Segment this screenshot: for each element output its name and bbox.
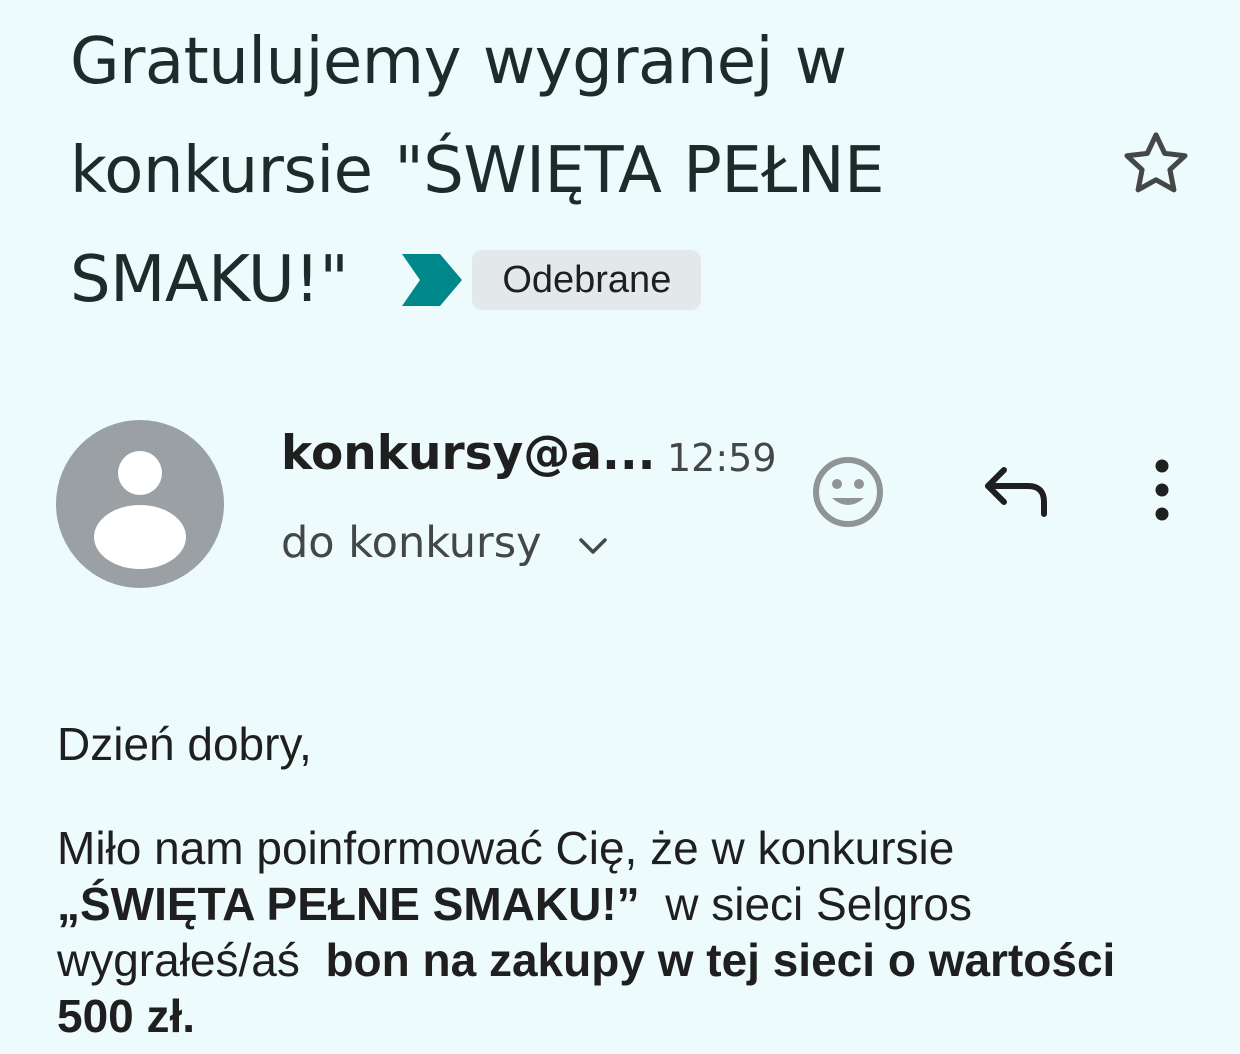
more-vert-icon[interactable] [1146, 456, 1178, 524]
body-text-1: Miło nam poinformować Cię, że w konkursi… [57, 822, 955, 874]
reply-icon[interactable] [980, 460, 1052, 520]
person-avatar-icon [94, 451, 186, 569]
body-paragraph: Miło nam poinformować Cię, że w konkursi… [57, 820, 1177, 1044]
star-outline-icon[interactable] [1118, 126, 1194, 202]
chevron-down-icon[interactable] [576, 534, 610, 560]
message-body: Dzień dobry, Miło nam poinformować Cię, … [57, 716, 1177, 1044]
label-group: Odebrane [402, 223, 702, 332]
contest-name: „ŚWIĘTA PEŁNE SMAKU!” [57, 878, 640, 930]
label-important-icon [402, 254, 463, 307]
message-time: 12:59 [667, 436, 777, 480]
sender-name[interactable]: konkursy@a... [281, 426, 656, 481]
add-reaction-icon[interactable] [810, 454, 886, 530]
email-subject: Gratulujemy wygranej w konkursie "ŚWIĘTA… [70, 8, 1080, 338]
label-chip-inbox[interactable]: Odebrane [472, 250, 702, 311]
sender-avatar[interactable] [56, 420, 224, 588]
greeting: Dzień dobry, [57, 718, 312, 770]
recipient-line[interactable]: do konkursy [281, 518, 542, 568]
